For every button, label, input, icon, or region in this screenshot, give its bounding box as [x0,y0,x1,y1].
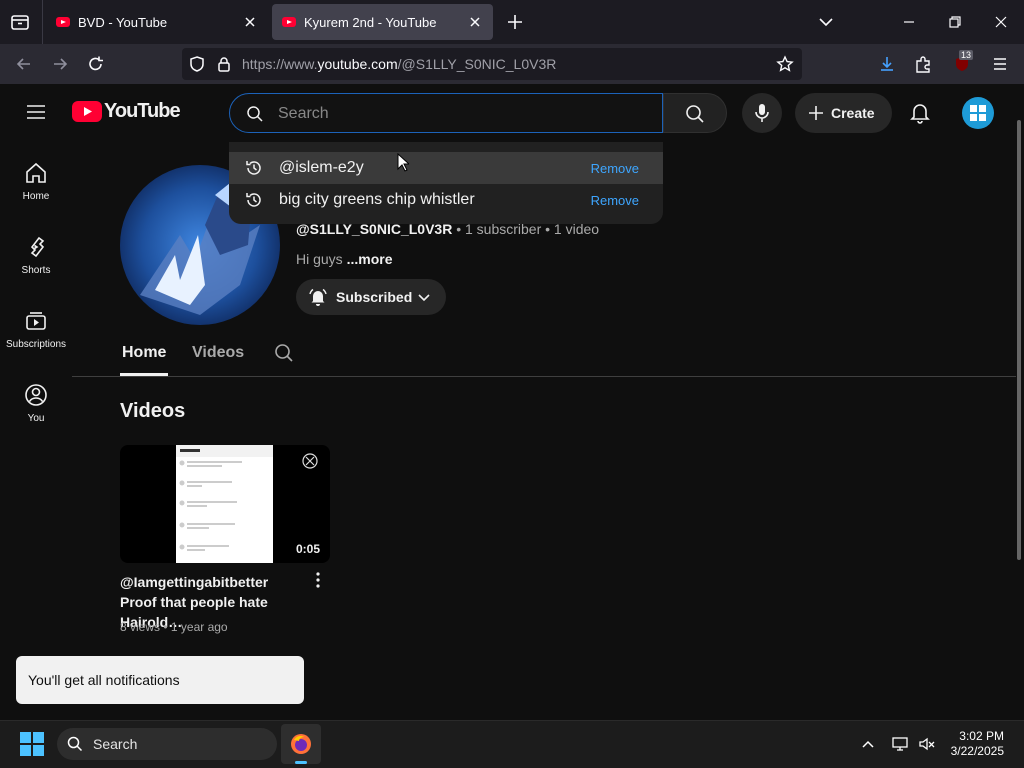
remove-suggestion-link[interactable]: Remove [591,161,639,176]
taskbar-search-box[interactable]: Search [57,728,277,760]
sidebar-item-home[interactable]: Home [0,161,72,202]
bell-ringing-icon [308,287,328,307]
video-meta: 8 views • 1 year ago [120,620,228,634]
clock-time: 3:02 PM [959,729,1004,743]
youtube-play-icon [72,101,102,122]
create-button[interactable]: Create [795,93,892,133]
more-link[interactable]: ...more [347,251,393,267]
new-tab-icon[interactable] [506,13,524,31]
history-icon [245,191,263,209]
firefox-icon [291,734,311,754]
browser-tab-kyurem[interactable]: Kyurem 2nd - YouTube [272,4,493,40]
back-arrow-icon[interactable] [14,55,34,73]
search-icon [685,104,705,124]
close-window-icon[interactable] [992,13,1010,31]
minimize-window-icon[interactable] [900,13,918,31]
suggestion-item[interactable]: big city greens chip whistler Remove [229,184,663,216]
page-scrollbar[interactable] [1017,120,1021,560]
subscribed-label: Subscribed [336,289,413,305]
start-button-windows-icon[interactable] [20,732,44,756]
youtube-favicon-icon [282,17,296,27]
volume-muted-icon[interactable] [918,735,936,753]
subscriptions-icon [26,312,46,330]
suggestion-item[interactable]: @islem-e2y Remove [229,152,663,184]
search-suggestions: @islem-e2y Remove big city greens chip w… [229,142,663,224]
chevron-down-icon [416,289,432,305]
close-tab-icon[interactable] [242,14,258,30]
sidebar-item-you[interactable]: You [0,383,72,424]
extension-badge: 13 [959,50,974,60]
sidebar-label: You [27,413,45,424]
hamburger-menu-icon[interactable] [26,102,46,122]
ublock-extension-icon[interactable]: 13 [951,50,974,75]
section-title: Videos [120,400,186,422]
watermark-logo-icon [302,453,318,469]
notification-toast: You'll get all notifications [16,656,304,704]
channel-search-icon[interactable] [274,343,294,363]
you-icon [25,384,47,406]
remove-suggestion-link[interactable]: Remove [591,193,639,208]
forward-arrow-icon[interactable] [50,55,70,73]
active-app-indicator [295,761,307,764]
account-avatar[interactable] [962,97,994,129]
mouse-cursor-icon [397,153,409,172]
sidebar-item-subscriptions[interactable]: Subscriptions [0,309,72,350]
microphone-icon [753,103,771,123]
tab-videos[interactable]: Videos [192,344,244,362]
channel-description[interactable]: Hi guys ...more [296,251,392,267]
plus-icon [807,104,825,122]
sidebar-item-shorts[interactable]: Shorts [0,235,72,276]
notifications-bell-icon[interactable] [910,102,930,124]
url-text[interactable]: https://www.youtube.com/@S1LLY_S0NIC_L0V… [242,56,556,72]
tab-home[interactable]: Home [122,344,166,362]
clock-date: 3/22/2025 [950,744,1004,758]
youtube-favicon-icon [56,17,70,27]
more-actions-icon[interactable] [310,571,326,589]
video-thumbnail[interactable]: 0:05 [120,445,330,563]
search-input[interactable]: Search [229,93,663,133]
restore-window-icon[interactable] [946,13,964,31]
browser-tab-bar: BVD - YouTube Kyurem 2nd - YouTube [0,0,1024,44]
suggestion-text: big city greens chip whistler [279,191,475,208]
search-button[interactable] [663,93,727,133]
list-all-tabs-icon[interactable] [817,13,835,31]
search-icon [246,105,264,123]
shield-icon[interactable] [188,55,206,73]
system-clock[interactable]: 3:02 PM 3/22/2025 [951,729,1004,759]
tabs-divider [72,376,1016,377]
sidebar-label: Home [22,191,50,202]
youtube-logo[interactable]: YouTube [72,100,181,123]
downloads-icon[interactable] [878,55,896,73]
app-menu-icon[interactable] [990,55,1010,73]
search-placeholder: Search [278,105,329,122]
history-icon [245,159,263,177]
sidebar-label: Shorts [21,265,51,276]
taskbar-firefox-button[interactable] [281,724,321,764]
tab-title: Kyurem 2nd - YouTube [304,14,437,30]
lock-icon[interactable] [216,55,232,73]
taskbar-search-label: Search [93,736,138,752]
shorts-icon [30,236,45,258]
extensions-icon[interactable] [914,55,932,73]
network-icon[interactable] [891,735,909,753]
windows-logo-icon [970,105,986,121]
show-hidden-icons-chevron-icon[interactable] [860,736,876,752]
thumbnail-screenshot [176,445,273,563]
home-icon [26,162,46,183]
create-label: Create [831,105,875,121]
search-icon [67,736,83,752]
bookmark-star-icon[interactable] [776,55,794,73]
sidebar-label: Subscriptions [5,339,67,350]
tab-title: BVD - YouTube [78,14,168,30]
video-duration: 0:05 [291,541,324,557]
close-tab-icon[interactable] [467,14,483,30]
subscribed-button[interactable]: Subscribed [296,279,446,315]
tab-overview-icon[interactable] [10,13,30,31]
url-bar[interactable]: https://www.youtube.com/@S1LLY_S0NIC_L0V… [182,48,802,80]
voice-search-button[interactable] [742,93,782,133]
reload-icon[interactable] [86,55,106,73]
browser-tab-bvd[interactable]: BVD - YouTube [46,4,268,40]
suggestion-text: @islem-e2y [279,159,364,176]
